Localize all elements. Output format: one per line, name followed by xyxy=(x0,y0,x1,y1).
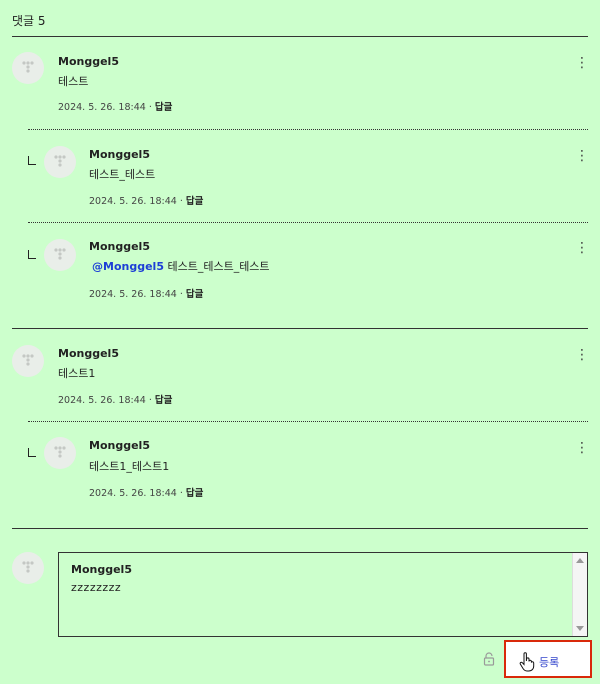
comment-text-row: @Monggel5 테스트_테스트_테스트 xyxy=(92,258,270,274)
default-avatar-icon xyxy=(44,239,76,271)
more-vertical-icon[interactable]: ⋮ xyxy=(575,241,589,255)
comment-item xyxy=(44,239,76,271)
hand-pointer-icon xyxy=(519,652,535,676)
submit-button[interactable]: 등록 xyxy=(504,640,592,678)
comment-input[interactable]: Monggel5 zzzzzzzz xyxy=(58,552,588,637)
comment-date: 2024. 5. 26. 18:44 xyxy=(89,488,177,499)
comment-date: 2024. 5. 26. 18:44 xyxy=(89,196,177,207)
comment-meta: 2024. 5. 26. 18:44 · 답글 xyxy=(89,488,204,499)
reply-button[interactable]: 답글 xyxy=(186,289,203,300)
comment-author[interactable]: Monggel5 xyxy=(89,148,150,161)
divider xyxy=(12,528,588,529)
comment-text: 테스트 xyxy=(58,75,89,88)
comment-author[interactable]: Monggel5 xyxy=(58,55,119,68)
comment-author[interactable]: Monggel5 xyxy=(89,439,150,452)
more-vertical-icon[interactable]: ⋮ xyxy=(575,441,589,455)
divider xyxy=(28,129,588,130)
comment-count-title: 댓글 5 xyxy=(12,14,46,28)
reply-button[interactable]: 답글 xyxy=(155,395,172,406)
default-avatar-icon xyxy=(44,146,76,178)
comment-date: 2024. 5. 26. 18:44 xyxy=(89,289,177,300)
comment-item xyxy=(12,345,44,377)
submit-label: 등록 xyxy=(539,656,560,669)
scrollbar[interactable] xyxy=(572,553,587,636)
scroll-down-icon[interactable] xyxy=(576,626,584,631)
reply-indent-icon xyxy=(28,448,36,457)
comment-input-value[interactable]: zzzzzzzz xyxy=(71,581,121,594)
comment-text: 테스트_테스트 xyxy=(89,168,156,181)
default-avatar-icon xyxy=(12,52,44,84)
composer-author: Monggel5 xyxy=(71,563,132,576)
divider xyxy=(12,36,588,37)
reply-button[interactable]: 답글 xyxy=(186,488,203,499)
composer-avatar xyxy=(12,552,44,584)
lock-icon[interactable] xyxy=(482,651,496,666)
scroll-up-icon[interactable] xyxy=(576,558,584,563)
divider xyxy=(28,421,588,422)
comment-meta: 2024. 5. 26. 18:44 · 답글 xyxy=(58,102,173,113)
comment-date: 2024. 5. 26. 18:44 xyxy=(58,102,146,113)
reply-button[interactable]: 답글 xyxy=(186,196,203,207)
comment-author[interactable]: Monggel5 xyxy=(58,347,119,360)
default-avatar-icon xyxy=(44,437,76,469)
comment-text: 테스트1_테스트1 xyxy=(89,460,170,473)
comment-item xyxy=(12,52,44,84)
more-vertical-icon[interactable]: ⋮ xyxy=(575,56,589,70)
comment-text: 테스트_테스트_테스트 xyxy=(167,260,270,273)
more-vertical-icon[interactable]: ⋮ xyxy=(575,348,589,362)
divider xyxy=(28,222,588,223)
comment-item xyxy=(44,437,76,469)
divider xyxy=(12,328,588,329)
comment-date: 2024. 5. 26. 18:44 xyxy=(58,395,146,406)
comment-meta: 2024. 5. 26. 18:44 · 답글 xyxy=(89,289,204,300)
comment-meta: 2024. 5. 26. 18:44 · 답글 xyxy=(58,395,173,406)
default-avatar-icon xyxy=(12,345,44,377)
comment-item xyxy=(44,146,76,178)
mention-link[interactable]: @Monggel5 xyxy=(92,260,164,273)
reply-indent-icon xyxy=(28,250,36,259)
more-vertical-icon[interactable]: ⋮ xyxy=(575,149,589,163)
comment-text: 테스트1 xyxy=(58,367,96,380)
default-avatar-icon xyxy=(12,552,44,584)
comment-author[interactable]: Monggel5 xyxy=(89,240,150,253)
reply-indent-icon xyxy=(28,156,36,165)
reply-button[interactable]: 답글 xyxy=(155,102,172,113)
comment-meta: 2024. 5. 26. 18:44 · 답글 xyxy=(89,196,204,207)
